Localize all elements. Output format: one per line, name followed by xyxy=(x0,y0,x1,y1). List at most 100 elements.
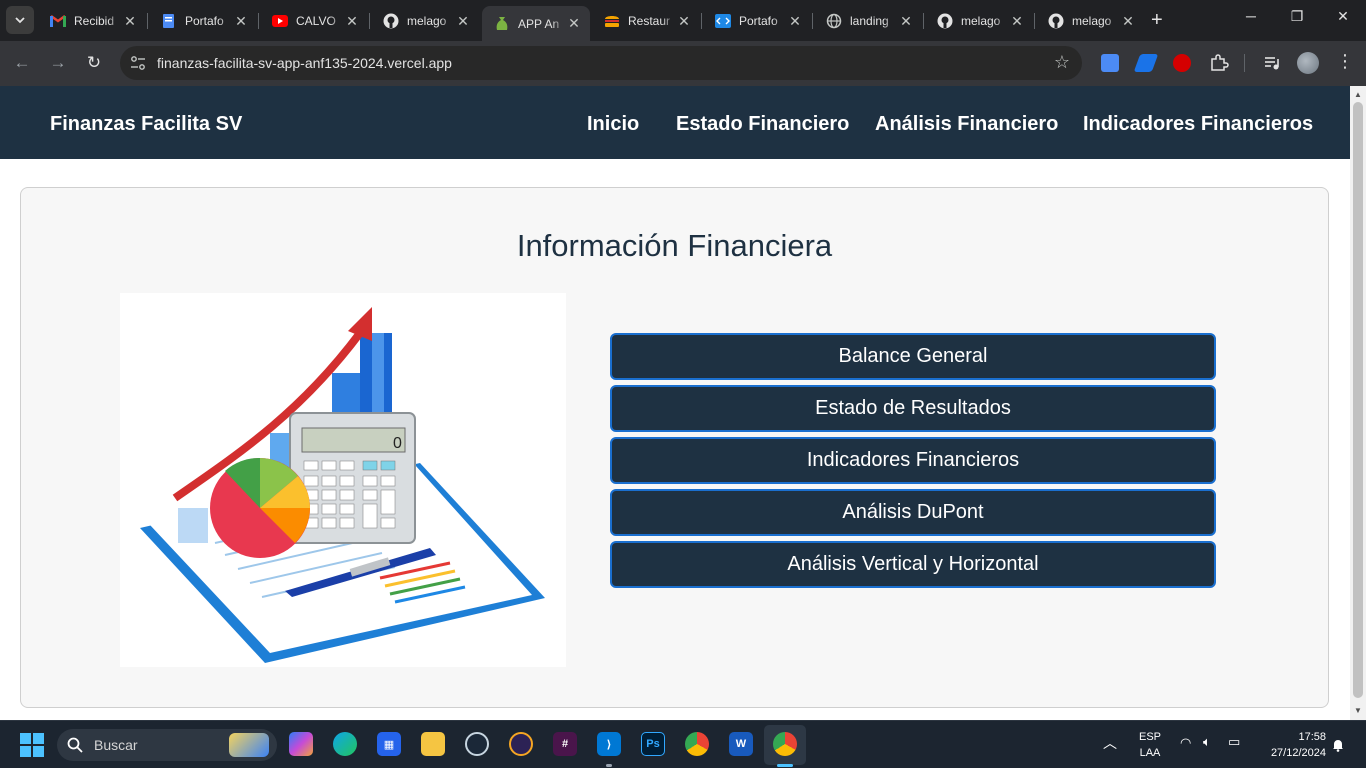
nav-link-inicio[interactable]: Inicio xyxy=(587,113,639,136)
windows-start-icon[interactable] xyxy=(20,733,44,757)
tab-title: Portafo xyxy=(185,14,224,28)
keyboard-layout[interactable]: LAA xyxy=(1136,747,1164,759)
file-explorer-icon[interactable] xyxy=(421,732,445,756)
wifi-icon[interactable]: ◠ xyxy=(1180,735,1191,751)
show-hidden-icons[interactable]: ︿ xyxy=(1103,733,1117,753)
vscode-icon[interactable]: ⟩ xyxy=(597,732,621,756)
page-scrollbar[interactable]: ▲ ▼ xyxy=(1350,86,1366,720)
word-icon[interactable]: W xyxy=(729,732,753,756)
slack-icon[interactable]: # xyxy=(553,732,577,756)
edge-icon[interactable] xyxy=(333,732,357,756)
tab-title: melago xyxy=(961,14,1001,28)
indicadores-financieros-button[interactable]: Indicadores Financieros xyxy=(610,437,1216,484)
forward-button[interactable]: → xyxy=(48,53,68,73)
tab-app-active[interactable]: APP An ✕ xyxy=(482,6,590,41)
tab-search-button[interactable] xyxy=(6,6,34,34)
tab-restaurant[interactable]: Restaur ✕ xyxy=(592,6,700,36)
minimize-button[interactable]: ─ xyxy=(1228,8,1274,24)
address-bar[interactable]: finanzas-facilita-sv-app-anf135-2024.ver… xyxy=(120,46,1082,80)
docs-extension-icon[interactable] xyxy=(1101,54,1119,72)
tab-portafolio-2[interactable]: Portafo ✕ xyxy=(703,6,811,36)
app-icon xyxy=(494,16,510,32)
nav-link-indicadores-financieros[interactable]: Indicadores Financieros xyxy=(1083,113,1313,136)
input-language[interactable]: ESP xyxy=(1136,731,1164,743)
tab-landing[interactable]: landing ✕ xyxy=(814,6,922,36)
reload-button[interactable]: ↻ xyxy=(84,53,104,73)
browser-toolbar: ← → ↻ finanzas-facilita-sv-app-anf135-20… xyxy=(0,41,1366,86)
youtube-icon xyxy=(272,13,288,29)
tab-title: Portafo xyxy=(739,14,778,28)
volume-icon[interactable]: 🔈︎ xyxy=(1203,734,1211,750)
close-icon[interactable]: ✕ xyxy=(566,15,582,32)
close-icon[interactable]: ✕ xyxy=(898,13,914,30)
chrome-icon[interactable] xyxy=(685,732,709,756)
nav-link-estado-financiero[interactable]: Estado Financiero xyxy=(676,113,849,136)
close-icon[interactable]: ✕ xyxy=(344,13,360,30)
clock-time[interactable]: 17:58 xyxy=(1258,731,1326,743)
code-icon xyxy=(715,13,731,29)
tab-title: Restaur xyxy=(628,14,671,28)
scroll-up-arrow[interactable]: ▲ xyxy=(1354,90,1362,99)
browser-menu-icon[interactable]: ⋮ xyxy=(1336,51,1354,72)
close-icon[interactable]: ✕ xyxy=(1120,13,1136,30)
tab-github-1[interactable]: melago ✕ xyxy=(371,6,479,36)
page-viewport: Finanzas Facilita SV Inicio Estado Finan… xyxy=(0,86,1350,720)
tab-title: landing xyxy=(850,14,889,28)
burger-icon xyxy=(604,13,620,29)
tab-title: APP An xyxy=(518,16,560,31)
media-control-icon[interactable] xyxy=(1263,54,1281,72)
notification-bell-icon[interactable] xyxy=(1331,738,1345,752)
restore-button[interactable]: ❐ xyxy=(1274,8,1320,25)
back-button[interactable]: ← xyxy=(12,53,32,73)
clock-date[interactable]: 27/12/2024 xyxy=(1258,747,1326,759)
scrollbar-thumb[interactable] xyxy=(1353,102,1363,698)
github-icon xyxy=(1048,13,1064,29)
analisis-dupont-button[interactable]: Análisis DuPont xyxy=(610,489,1216,536)
scroll-down-arrow[interactable]: ▼ xyxy=(1354,706,1362,715)
estado-resultados-button[interactable]: Estado de Resultados xyxy=(610,385,1216,432)
extensions-puzzle-icon[interactable] xyxy=(1209,53,1229,73)
tab-title: melago xyxy=(407,14,447,28)
nav-link-analisis-financiero[interactable]: Análisis Financiero xyxy=(875,113,1058,136)
site-navbar: Finanzas Facilita SV Inicio Estado Finan… xyxy=(0,86,1350,159)
adblock-extension-icon[interactable] xyxy=(1173,54,1191,72)
close-icon[interactable]: ✕ xyxy=(676,13,692,30)
bookmark-star-icon[interactable]: ☆ xyxy=(1054,52,1070,73)
close-icon[interactable]: ✕ xyxy=(1009,13,1025,30)
github-icon xyxy=(937,13,953,29)
profile-avatar[interactable] xyxy=(1297,52,1319,74)
eclipse-icon[interactable] xyxy=(509,732,533,756)
search-label: Buscar xyxy=(94,737,138,753)
finance-illustration: 0 xyxy=(120,293,566,667)
chrome-profile-icon[interactable] xyxy=(773,732,797,756)
store-icon[interactable]: ▦ xyxy=(377,732,401,756)
search-highlight-icon xyxy=(229,733,269,757)
tab-portafolio[interactable]: Portafo ✕ xyxy=(149,6,257,36)
url-text[interactable]: finanzas-facilita-sv-app-anf135-2024.ver… xyxy=(157,55,452,71)
site-settings-icon[interactable] xyxy=(130,55,146,71)
site-brand[interactable]: Finanzas Facilita SV xyxy=(50,113,242,136)
battery-icon[interactable]: ▭ xyxy=(1228,734,1240,750)
pen-extension-icon[interactable] xyxy=(1133,54,1159,72)
taskbar-search[interactable]: Buscar xyxy=(57,729,277,761)
analisis-vertical-horizontal-button[interactable]: Análisis Vertical y Horizontal xyxy=(610,541,1216,588)
tab-github-3[interactable]: melago ✕ xyxy=(1036,6,1144,36)
photoshop-icon[interactable]: Ps xyxy=(641,732,665,756)
balance-general-button[interactable]: Balance General xyxy=(610,333,1216,380)
windows-taskbar: Buscar ▦ # ⟩ Ps W ︿ ESP LAA ◠ 🔈︎ ▭ 17:58… xyxy=(0,720,1366,768)
close-window-button[interactable]: ✕ xyxy=(1320,8,1366,25)
close-icon[interactable]: ✕ xyxy=(787,13,803,30)
copilot-icon[interactable] xyxy=(289,732,313,756)
search-icon xyxy=(67,737,83,753)
globe-icon xyxy=(826,13,842,29)
tab-title: Recibid xyxy=(74,14,115,28)
tab-title: CALVO xyxy=(296,14,336,28)
tab-github-2[interactable]: melago ✕ xyxy=(925,6,1033,36)
close-icon[interactable]: ✕ xyxy=(233,13,249,30)
steam-icon[interactable] xyxy=(465,732,489,756)
tab-gmail[interactable]: Recibid ✕ xyxy=(38,6,146,36)
close-icon[interactable]: ✕ xyxy=(122,13,138,30)
tab-youtube[interactable]: CALVO ✕ xyxy=(260,6,368,36)
new-tab-button[interactable]: + xyxy=(1151,10,1163,30)
close-icon[interactable]: ✕ xyxy=(455,13,471,30)
